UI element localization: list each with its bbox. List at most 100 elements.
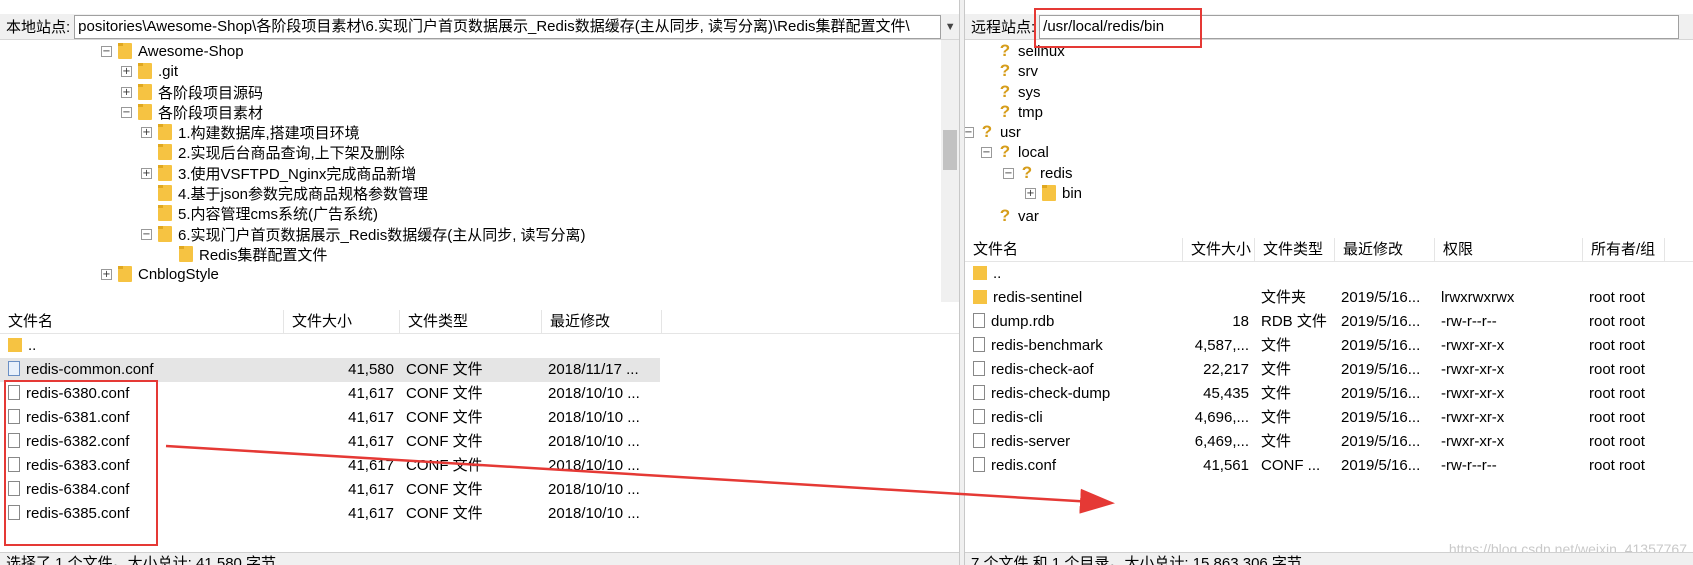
file-name-cell: redis-benchmark: [973, 334, 1181, 358]
tree-item-label: 各阶段项目源码: [158, 84, 264, 102]
file-modified-cell: 2018/10/10 ...: [548, 481, 640, 498]
remote-path-highlight-box: [1034, 8, 1202, 48]
column-header[interactable]: 权限: [1435, 238, 1583, 262]
remote-file-list: .. redis-sentinel 文件夹 2019/5/16... lrwxrwxrw…: [965, 262, 1693, 550]
local-site-path-input[interactable]: positories\Awesome-Shop\各阶段项目素材\6.实现门户首页…: [74, 14, 942, 39]
expand-icon[interactable]: +: [121, 65, 132, 77]
file-row[interactable]: dump.rdb 18 RDB 文件 2019/5/16... -rw-r--r-- ro…: [965, 310, 1693, 334]
tree-item-label: 1.构建数据库,搭建项目环境: [178, 124, 360, 142]
file-modified-cell: 2019/5/16...: [1341, 409, 1421, 426]
file-owner-cell: root root: [1589, 433, 1645, 450]
tree-item[interactable]: + 各阶段项目源码: [121, 81, 263, 103]
file-row[interactable]: redis-cli 4,696,... 文件 2019/5/16... -rwxr-xr…: [965, 406, 1693, 430]
file-row[interactable]: redis-sentinel 文件夹 2019/5/16... lrwxrwxrwx r…: [965, 286, 1693, 310]
column-header[interactable]: 文件大小: [1183, 238, 1255, 262]
column-header[interactable]: 文件名: [0, 310, 284, 334]
file-row[interactable]: redis-check-aof 22,217 文件 2019/5/16... -rwxr…: [965, 358, 1693, 382]
column-header[interactable]: 最近修改: [1335, 238, 1435, 262]
expand-icon[interactable]: +: [141, 167, 152, 179]
file-modified-cell: 2019/5/16...: [1341, 457, 1421, 474]
tree-item[interactable]: +3.使用VSFTPD_Nginx完成商品新增: [141, 162, 416, 184]
tree-item-label: tmp: [1018, 103, 1044, 121]
file-name: ..: [28, 337, 37, 354]
tree-item[interactable]: ? tmp: [981, 101, 1043, 123]
file-type-cell: CONF 文件: [406, 505, 483, 522]
collapse-icon[interactable]: −: [141, 228, 152, 240]
file-size-cell: 4,587,...: [1194, 337, 1249, 354]
column-header[interactable]: 文件名: [965, 238, 1183, 262]
file-name: redis.conf: [991, 457, 1057, 474]
column-header[interactable]: 文件类型: [400, 310, 542, 334]
tree-item[interactable]: − Awesome-Shop: [101, 40, 244, 62]
tree-item[interactable]: ? srv: [981, 60, 1038, 82]
file-icon: [973, 361, 985, 376]
scrollbar-thumb[interactable]: [943, 130, 957, 170]
file-perm-cell: [1441, 262, 1581, 286]
file-row[interactable]: redis-check-dump 45,435 文件 2019/5/16... -rwx…: [965, 382, 1693, 406]
tree-item[interactable]: + .git: [121, 60, 178, 82]
collapse-icon[interactable]: −: [965, 126, 974, 138]
remote-directory-tree: ? selinux? srv? sys? tmp −? usr −? local −? redis +…: [965, 40, 1693, 228]
local-site-label: 本地站点:: [6, 19, 71, 36]
file-owner-cell: root root: [1589, 457, 1645, 474]
folder-icon: [138, 104, 152, 120]
file-owner-cell: [1589, 262, 1685, 286]
tree-item-label: sys: [1018, 83, 1041, 101]
file-type-cell: CONF 文件: [406, 457, 483, 474]
tree-item[interactable]: +1.构建数据库,搭建项目环境: [141, 121, 360, 143]
file-row[interactable]: redis-benchmark 4,587,... 文件 2019/5/16... -r…: [965, 334, 1693, 358]
tree-item[interactable]: + CnblogStyle: [101, 263, 219, 285]
tree-item[interactable]: −? redis: [1003, 162, 1073, 184]
file-modified-cell: 2018/11/17 ...: [548, 361, 639, 378]
file-modified-cell: 2019/5/16...: [1341, 385, 1421, 402]
collapse-icon[interactable]: −: [121, 106, 132, 118]
collapse-icon[interactable]: −: [981, 146, 992, 158]
file-owner-cell: root root: [1589, 337, 1645, 354]
tree-item[interactable]: 5.内容管理cms系统(广告系统): [141, 202, 378, 224]
tree-item[interactable]: Redis集群配置文件: [162, 243, 327, 265]
file-size-cell: [1185, 262, 1249, 286]
tree-item[interactable]: + bin: [1025, 182, 1082, 204]
column-header[interactable]: 文件大小: [284, 310, 400, 334]
expand-icon[interactable]: +: [141, 126, 152, 138]
folder-icon: [118, 43, 132, 59]
file-type-cell: CONF 文件: [406, 409, 483, 426]
unknown-folder-icon: ?: [999, 102, 1011, 121]
folder-icon: [158, 165, 172, 181]
column-header[interactable]: 最近修改: [542, 310, 662, 334]
expand-icon[interactable]: +: [1025, 187, 1036, 199]
tree-item[interactable]: − 6.实现门户首页数据展示_Redis数据缓存(主从同步, 读写分离): [141, 223, 586, 245]
collapse-icon[interactable]: −: [101, 45, 112, 57]
file-name: dump.rdb: [991, 313, 1055, 330]
file-row[interactable]: redis.conf 41,561 CONF ... 2019/5/16... -rw-…: [965, 454, 1693, 478]
file-row[interactable]: ..: [0, 334, 959, 358]
tree-item[interactable]: 4.基于json参数完成商品规格参数管理: [141, 182, 428, 204]
column-header[interactable]: 所有者/组: [1583, 238, 1665, 262]
expand-icon[interactable]: +: [101, 268, 112, 280]
file-row[interactable]: redis-common.conf 41,580 CONF 文件 2018/11/17…: [0, 358, 660, 382]
file-perm-cell: -rwxr-xr-x: [1441, 409, 1505, 426]
file-size-cell: [1185, 286, 1249, 310]
file-size-cell: 41,617: [348, 433, 394, 450]
tree-item[interactable]: ? var: [981, 205, 1039, 227]
tree-item[interactable]: 2.实现后台商品查询,上下架及删除: [141, 141, 405, 163]
tree-item[interactable]: −? local: [981, 141, 1049, 163]
file-row[interactable]: redis-server 6,469,... 文件 2019/5/16... -rwxr…: [965, 430, 1693, 454]
column-header[interactable]: 文件类型: [1255, 238, 1335, 262]
tree-item[interactable]: −? usr: [965, 121, 1021, 143]
file-owner-cell: root root: [1589, 409, 1645, 426]
collapse-icon[interactable]: −: [1003, 167, 1014, 179]
remote-file-list-header: 文件名 文件大小 文件类型 最近修改 权限 所有者/组: [965, 238, 1693, 262]
chevron-down-icon[interactable]: ▼: [941, 21, 959, 33]
folder-icon: [158, 124, 172, 140]
file-row[interactable]: ..: [965, 262, 1693, 286]
tree-item[interactable]: ? sys: [981, 81, 1041, 103]
tree-item[interactable]: − 各阶段项目素材: [121, 101, 263, 123]
file-type-cell: 文件: [1261, 433, 1292, 450]
file-perm-cell: -rwxr-xr-x: [1441, 337, 1505, 354]
file-modified-cell: 2018/10/10 ...: [548, 433, 640, 450]
remote-status-bar: 7 个文件 和 1 个目录。大小总计: 15,863,306 字节: [965, 552, 1693, 565]
expand-icon[interactable]: +: [121, 86, 132, 98]
local-tree-scrollbar[interactable]: [941, 40, 959, 302]
